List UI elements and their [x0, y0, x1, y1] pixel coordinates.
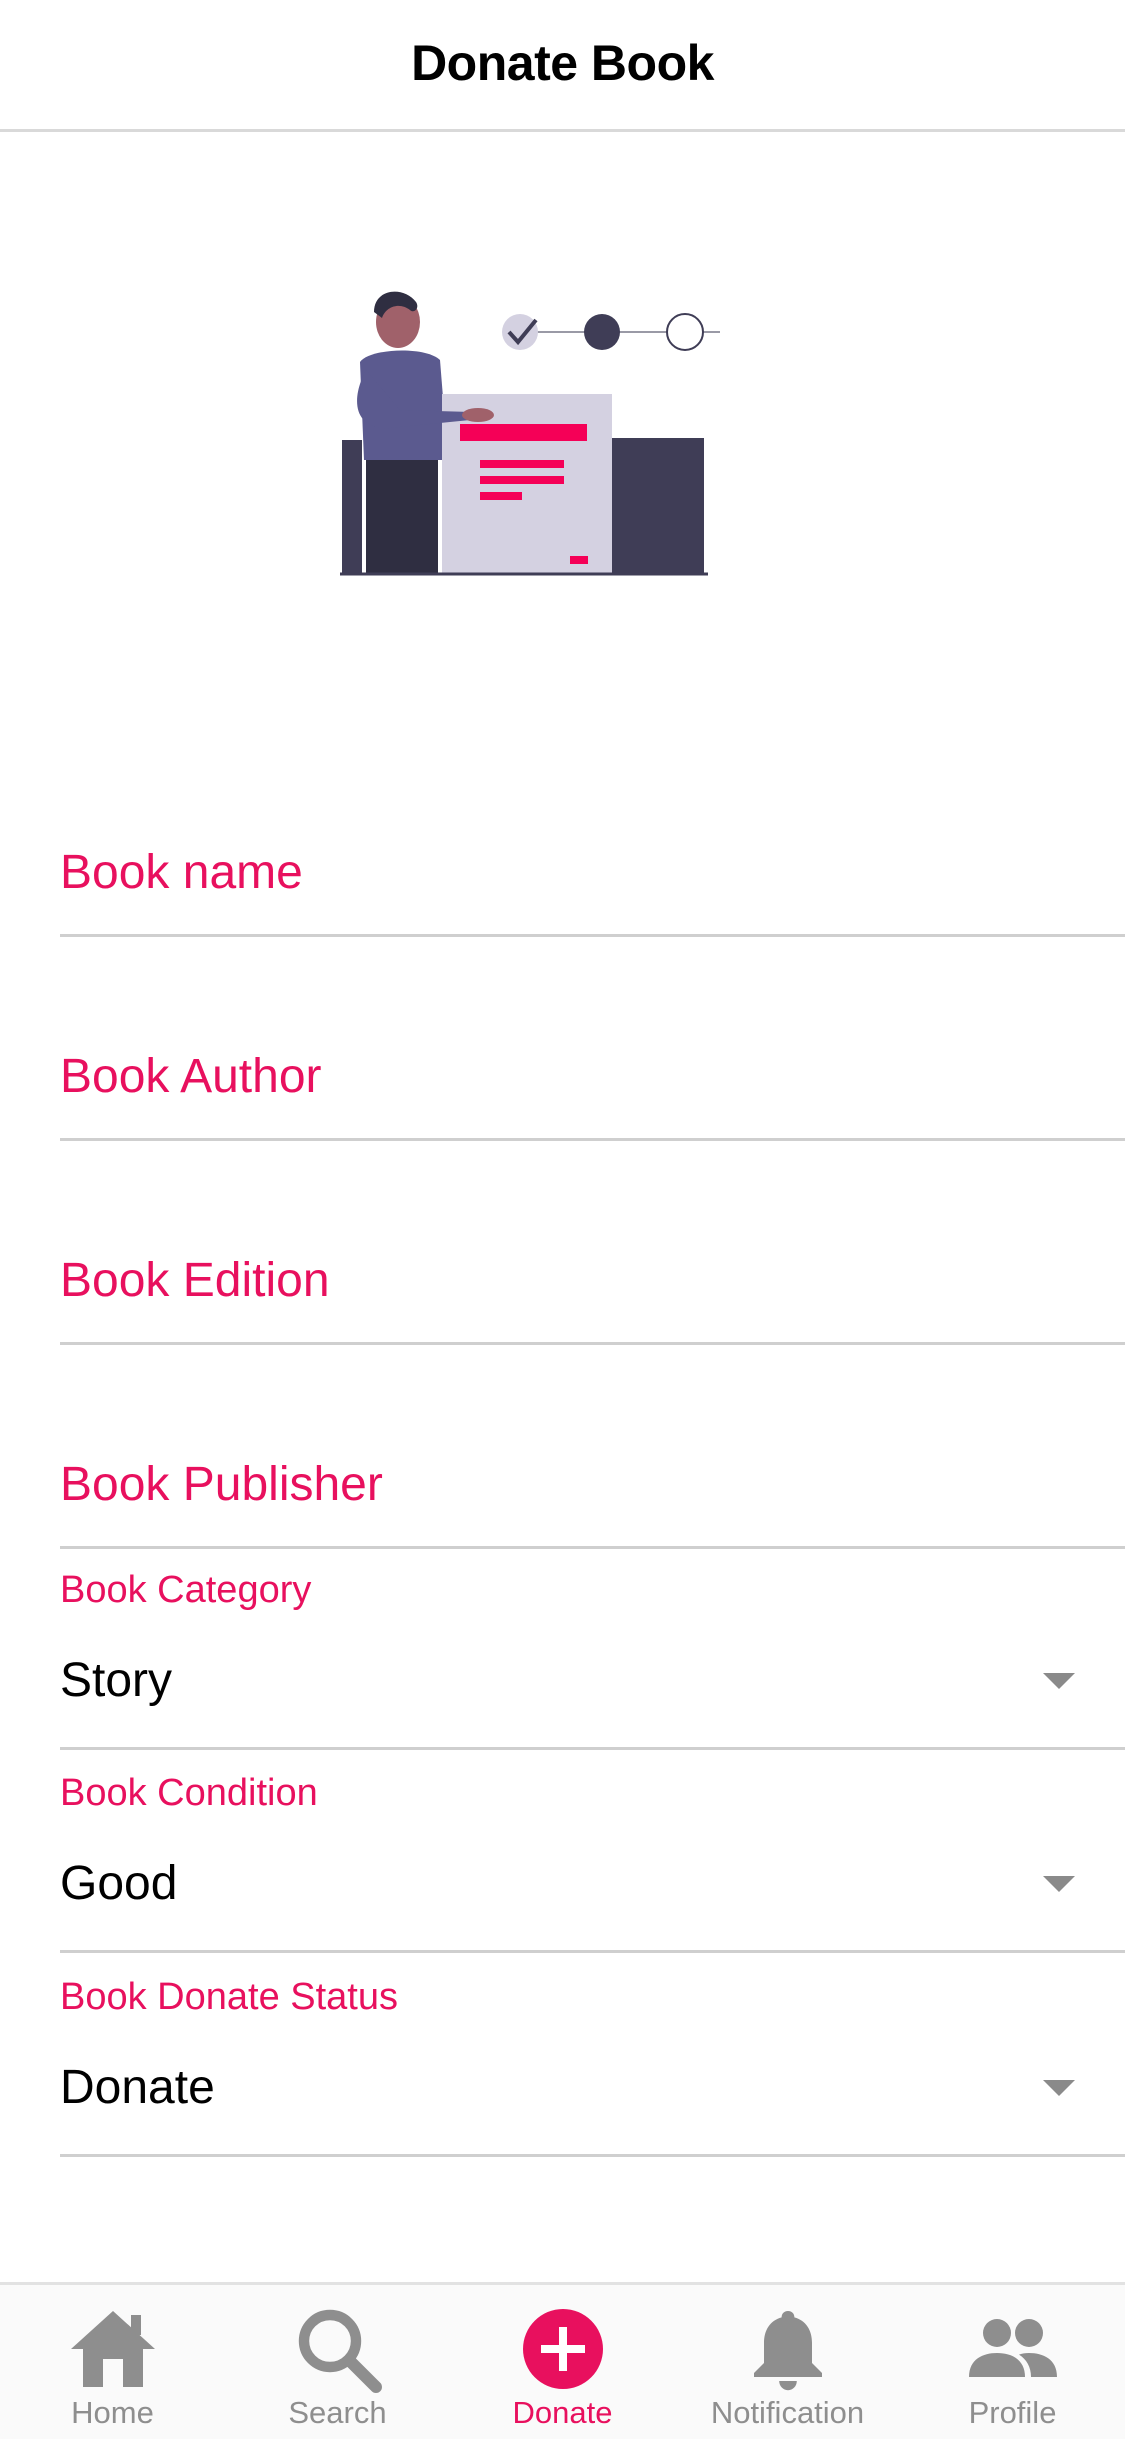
- nav-label-home: Home: [71, 2395, 154, 2430]
- nav-item-home[interactable]: Home: [0, 2285, 225, 2439]
- book-donate-status-label: Book Donate Status: [60, 1976, 398, 2018]
- search-icon: [298, 2309, 382, 2393]
- book-edition-label: Book Edition: [60, 1254, 330, 1307]
- nav-item-notification[interactable]: Notification: [675, 2285, 900, 2439]
- page-title: Donate Book: [411, 35, 714, 91]
- book-name-label: Book name: [60, 846, 303, 899]
- nav-item-search[interactable]: Search: [225, 2285, 450, 2439]
- nav-label-donate: Donate: [512, 2395, 613, 2430]
- book-condition-value: Good: [60, 1857, 178, 1910]
- dropdown-arrow-icon: [1043, 1673, 1075, 1689]
- nav-label-profile: Profile: [968, 2395, 1057, 2430]
- progress-steps-icon: [502, 313, 720, 351]
- book-name-field[interactable]: Book name: [60, 818, 1125, 937]
- dropdown-arrow-icon: [1043, 2080, 1075, 2096]
- bottom-navigation: Home Search Donate Notification Profile: [0, 2282, 1125, 2439]
- add-circle-icon: [522, 2309, 603, 2389]
- book-category-value: Story: [60, 1654, 173, 1707]
- nav-label-search: Search: [288, 2395, 387, 2430]
- nav-item-profile[interactable]: Profile: [900, 2285, 1125, 2439]
- book-edition-field[interactable]: Book Edition: [60, 1226, 1125, 1345]
- book-author-label: Book Author: [60, 1050, 322, 1103]
- book-condition-dropdown[interactable]: Book Condition Good: [60, 1752, 1125, 1953]
- bell-icon: [753, 2311, 822, 2391]
- people-icon: [968, 2319, 1057, 2377]
- app-bar: Donate Book: [0, 0, 1125, 132]
- book-donate-status-dropdown[interactable]: Book Donate Status Donate: [60, 1956, 1125, 2157]
- dropdown-arrow-icon: [1043, 1876, 1075, 1892]
- book-publisher-label: Book Publisher: [60, 1458, 383, 1511]
- nav-label-notification: Notification: [710, 2395, 865, 2430]
- nav-item-donate[interactable]: Donate: [450, 2285, 675, 2439]
- book-author-field[interactable]: Book Author: [60, 1022, 1125, 1141]
- book-condition-label: Book Condition: [60, 1772, 318, 1814]
- home-icon: [70, 2311, 155, 2387]
- donate-illustration: [340, 291, 720, 576]
- book-publisher-field[interactable]: Book Publisher: [60, 1430, 1125, 1549]
- book-category-dropdown[interactable]: Book Category Story: [60, 1549, 1125, 1750]
- book-category-label: Book Category: [60, 1569, 312, 1611]
- book-donate-status-value: Donate: [60, 2061, 215, 2114]
